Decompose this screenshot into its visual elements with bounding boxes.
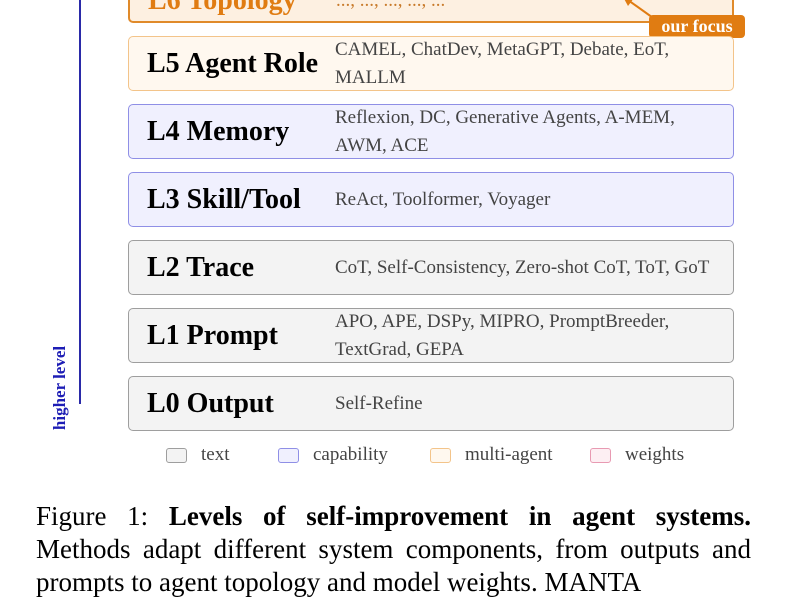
legend-label-text: text	[201, 444, 230, 465]
caption-prefix: Figure 1:	[36, 501, 169, 531]
level-methods-l3: ReAct, Toolformer, Voyager	[335, 188, 551, 210]
level-title-l4: L4 Memory	[147, 115, 290, 147]
level-methods-l0: Self-Refine	[335, 392, 423, 414]
legend-swatch-weights	[590, 447, 611, 463]
axis-label: higher level	[50, 345, 69, 431]
legend-swatch-capability	[278, 447, 299, 463]
level-title-l3: L3 Skill/Tool	[147, 183, 301, 215]
figure-caption: Figure 1: Levels of self-improvement in …	[36, 500, 751, 599]
level-axis-line	[79, 0, 81, 404]
legend-item-multi-agent: multi-agent	[430, 443, 553, 467]
legend-label-weights: weights	[625, 444, 685, 465]
level-box-l4: L4 Memory Reflexion, DC, Generative Agen…	[128, 104, 734, 159]
legend-item-weights: weights	[590, 443, 684, 467]
level-box-l2: L2 Trace CoT, Self-Consistency, Zero-sho…	[128, 240, 734, 295]
legend-label-multi-agent: multi-agent	[465, 444, 553, 465]
level-box-l3: L3 Skill/Tool ReAct, Toolformer, Voyager	[128, 172, 734, 227]
level-box-l5: L5 Agent Role CAMEL, ChatDev, MetaGPT, D…	[128, 36, 734, 91]
legend: text capability multi-agent weights	[0, 443, 788, 467]
level-title-l1: L1 Prompt	[147, 319, 278, 351]
caption-title: Levels of self-improvement in agent syst…	[168, 501, 751, 531]
legend-swatch-text	[166, 447, 187, 463]
level-title-l0: L0 Output	[147, 387, 274, 419]
level-methods-l2: CoT, Self-Consistency, Zero-shot CoT, To…	[335, 256, 710, 278]
level-box-l0: L0 Output Self-Refine	[128, 376, 734, 431]
legend-swatch-multi-agent	[430, 447, 451, 463]
caption-body: Methods adapt different system component…	[36, 534, 751, 597]
level-title-l6: L6 Topology	[148, 0, 297, 16]
legend-item-text: text	[166, 443, 230, 467]
level-methods-l1: APO, APE, DSPy, MIPRO, PromptBreeder, Te…	[335, 310, 670, 360]
level-box-l1: L1 Prompt APO, APE, DSPy, MIPRO, PromptB…	[128, 308, 734, 363]
level-methods-l4: Reflexion, DC, Generative Agents, A-MEM,…	[335, 106, 675, 156]
level-methods-l6: ..., ..., ..., ..., ...	[336, 0, 446, 11]
legend-item-capability: capability	[278, 443, 388, 467]
level-title-l2: L2 Trace	[147, 251, 255, 283]
level-title-l5: L5 Agent Role	[147, 47, 319, 79]
level-methods-l5: CAMEL, ChatDev, MetaGPT, Debate, EoT, MA…	[335, 38, 670, 88]
legend-label-capability: capability	[313, 444, 388, 465]
